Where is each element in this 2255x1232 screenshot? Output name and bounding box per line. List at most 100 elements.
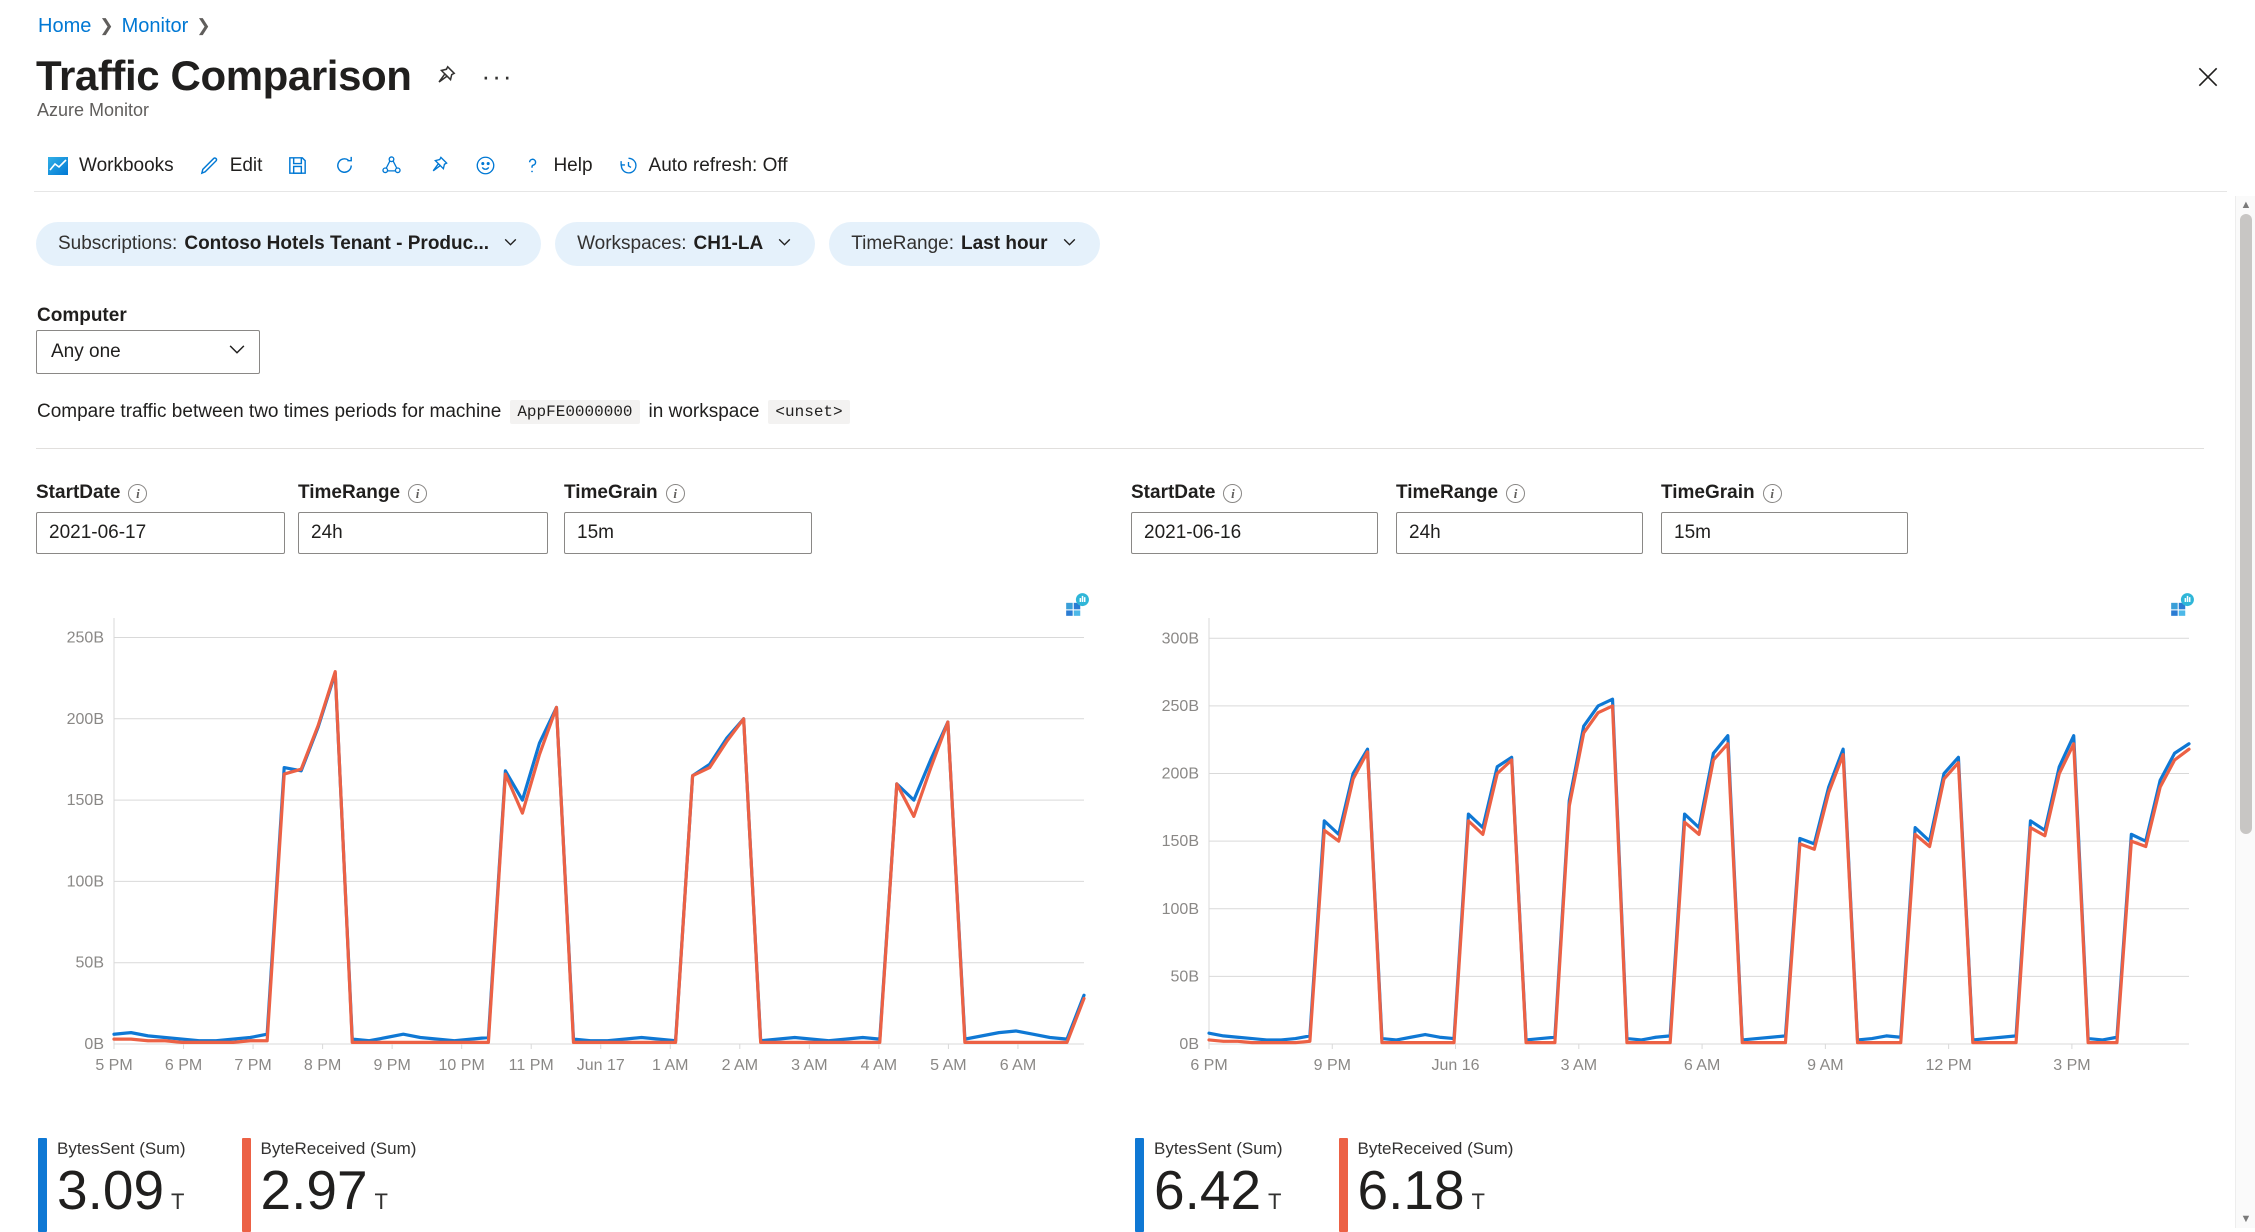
breadcrumb-item-home[interactable]: Home xyxy=(38,14,91,38)
y-axis-tick-label: 200B xyxy=(67,711,104,728)
legend-tile-bytereceived: ByteReceived (Sum) 2.97 T xyxy=(241,1138,417,1232)
x-axis-tick-label: 9 PM xyxy=(373,1057,410,1074)
computer-select-value: Any one xyxy=(51,341,121,362)
y-axis-tick-label: 300B xyxy=(1162,630,1199,647)
left-param-startdate-input[interactable]: 2021-06-17 xyxy=(36,512,285,554)
y-axis-tick-label: 0B xyxy=(1179,1036,1199,1053)
info-icon[interactable]: i xyxy=(1506,483,1526,503)
x-axis-tick-label: 10 PM xyxy=(439,1057,485,1074)
legend-color-swatch xyxy=(1338,1138,1348,1232)
right-param-timegrain-input[interactable]: 15m xyxy=(1661,512,1908,554)
more-options-button[interactable]: ··· xyxy=(478,63,518,89)
right-param-startdate-label: StartDate xyxy=(1131,482,1216,503)
info-icon[interactable]: i xyxy=(665,483,685,503)
chevron-down-icon xyxy=(227,339,247,365)
pin-icon[interactable] xyxy=(432,63,458,89)
legend-series-name: ByteReceived (Sum) xyxy=(1357,1139,1514,1158)
x-axis-tick-label: 5 PM xyxy=(95,1057,132,1074)
command-label: Edit xyxy=(229,154,263,176)
command-help[interactable]: Help xyxy=(509,145,604,187)
info-icon[interactable]: i xyxy=(1223,483,1243,503)
chevron-down-icon xyxy=(776,233,793,256)
chart-series-line xyxy=(1207,704,2191,1045)
computer-select[interactable]: Any one xyxy=(36,330,260,374)
y-axis-tick-label: 250B xyxy=(67,630,104,647)
command-label: Workbooks xyxy=(79,154,174,176)
x-axis-tick-label: 6 PM xyxy=(165,1057,202,1074)
pill-label: Workspaces: xyxy=(577,233,687,254)
right-parameter-grid: StartDate i 2021-06-16 TimeRange i 24h T… xyxy=(1131,482,1926,554)
command-edit[interactable]: Edit xyxy=(186,145,275,187)
filter-pill-subscriptions[interactable]: Subscriptions: Contoso Hotels Tenant - P… xyxy=(36,222,542,266)
info-icon[interactable]: i xyxy=(1762,483,1782,503)
x-axis-tick-label: 9 AM xyxy=(1807,1057,1843,1074)
x-axis-tick-label: 1 AM xyxy=(652,1057,688,1074)
command-refresh[interactable] xyxy=(321,145,368,187)
legend-series-unit: T xyxy=(171,1189,185,1214)
command-label: Auto refresh: Off xyxy=(648,154,788,176)
computer-param-label: Computer xyxy=(37,305,127,326)
left-chart-open-chart-view-icon[interactable] xyxy=(1064,592,1090,618)
pencil-icon xyxy=(198,154,221,177)
left-chart-svg[interactable]: 0B 50B 100B 150B 200B 250B 5 PM 6 PM 7 PM 8 PM 9 P… xyxy=(36,592,1096,1102)
chart-series-line xyxy=(1207,697,2191,1042)
x-axis-tick-label: 3 AM xyxy=(791,1057,827,1074)
legend-tile-bytereceived: ByteReceived (Sum) 6.18 T xyxy=(1338,1138,1514,1232)
clock-icon xyxy=(617,154,640,177)
right-chart-panel: 0B 50B 100B 150B 200B 250B 300B 6 PM 9 PM Jun 16 3… xyxy=(1131,592,2201,1132)
filter-pill-timerange[interactable]: TimeRange: Last hour xyxy=(829,222,1100,266)
left-param-timerange-label: TimeRange xyxy=(298,482,401,503)
legend-series-total: 6.18 xyxy=(1357,1159,1465,1221)
right-param-timegrain-label: TimeGrain xyxy=(1661,482,1755,503)
right-chart-svg[interactable]: 0B 50B 100B 150B 200B 250B 300B 6 PM 9 PM Jun 16 3… xyxy=(1131,592,2201,1102)
refresh-icon xyxy=(333,154,356,177)
share-icon xyxy=(380,154,403,177)
right-chart-open-chart-view-icon[interactable] xyxy=(2169,592,2195,618)
machine-name-chip: AppFE0000000 xyxy=(510,400,640,424)
left-param-startdate-value: 2021-06-17 xyxy=(49,522,147,543)
y-axis-tick-label: 100B xyxy=(67,873,104,890)
command-pin[interactable] xyxy=(415,145,462,187)
left-parameter-grid: StartDate i 2021-06-17 TimeRange i 24h T… xyxy=(36,482,824,554)
info-icon[interactable]: i xyxy=(128,483,148,503)
pill-label: TimeRange: xyxy=(851,233,954,254)
vertical-scrollbar[interactable]: ▲ ▼ xyxy=(2235,196,2255,1228)
x-axis-tick-label: 5 AM xyxy=(930,1057,966,1074)
scroll-up-icon[interactable]: ▲ xyxy=(2236,196,2255,214)
filter-pills: Subscriptions: Contoso Hotels Tenant - P… xyxy=(36,222,1100,266)
command-feedback[interactable] xyxy=(462,145,509,187)
filter-pill-workspaces[interactable]: Workspaces: CH1-LA xyxy=(555,222,816,266)
info-icon[interactable]: i xyxy=(408,483,428,503)
command-auto-refresh[interactable]: Auto refresh: Off xyxy=(605,145,800,187)
x-axis-tick-label: 6 AM xyxy=(1684,1057,1720,1074)
command-bar: Workbooks Edit Help Auto refresh: Off xyxy=(34,140,2227,192)
left-param-timegrain-label: TimeGrain xyxy=(564,482,658,503)
command-workbooks[interactable]: Workbooks xyxy=(34,145,186,187)
description-prefix: Compare traffic between two times period… xyxy=(37,401,502,422)
command-save[interactable] xyxy=(274,145,321,187)
x-axis-tick-label: 3 PM xyxy=(2053,1057,2090,1074)
scroll-down-icon[interactable]: ▼ xyxy=(2236,1210,2255,1228)
x-axis-tick-label: 2 AM xyxy=(722,1057,758,1074)
pill-value: Last hour xyxy=(961,233,1048,254)
x-axis-tick-label: 3 AM xyxy=(1561,1057,1597,1074)
legend-tile-bytessent: BytesSent (Sum) 3.09 T xyxy=(38,1138,186,1232)
left-param-timerange-input[interactable]: 24h xyxy=(298,512,548,554)
right-param-timerange-input[interactable]: 24h xyxy=(1396,512,1643,554)
y-axis-tick-label: 0B xyxy=(84,1036,104,1053)
right-param-startdate-input[interactable]: 2021-06-16 xyxy=(1131,512,1378,554)
scrollbar-thumb[interactable] xyxy=(2240,214,2252,834)
left-param-timegrain-input[interactable]: 15m xyxy=(564,512,812,554)
y-axis-tick-label: 250B xyxy=(1162,698,1199,715)
legend-series-unit: T xyxy=(1471,1189,1485,1214)
close-icon[interactable] xyxy=(2191,60,2225,94)
y-axis-tick-label: 150B xyxy=(1162,833,1199,850)
legend-series-name: ByteReceived (Sum) xyxy=(260,1139,417,1158)
command-share[interactable] xyxy=(368,145,415,187)
right-param-timerange-label: TimeRange xyxy=(1396,482,1499,503)
left-param-startdate: StartDate i 2021-06-17 xyxy=(36,482,298,554)
page-title: Traffic Comparison xyxy=(36,52,412,99)
pill-value: Contoso Hotels Tenant - Produc... xyxy=(184,233,490,254)
breadcrumb-item-monitor[interactable]: Monitor xyxy=(122,14,189,38)
left-chart-legend: BytesSent (Sum) 3.09 T ByteReceived (Sum… xyxy=(38,1138,416,1232)
